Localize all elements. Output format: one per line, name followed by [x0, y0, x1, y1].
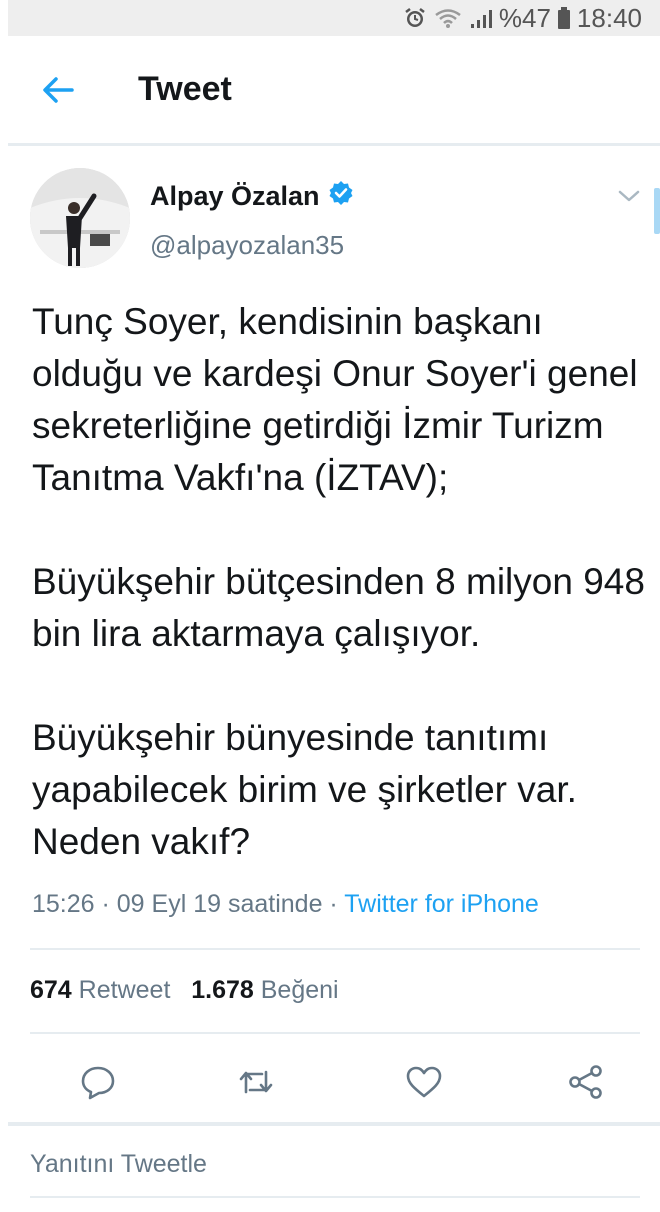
status-bar: %47 18:40 [8, 0, 660, 36]
divider [30, 1032, 640, 1034]
tweet-paragraph: Büyükşehir bünyesinde tanıtımı yapabilec… [32, 717, 577, 862]
retweets-label: Retweet [78, 976, 171, 1004]
clock: 18:40 [576, 2, 642, 33]
divider [30, 948, 640, 950]
retweets-stat[interactable]: 674 Retweet [30, 976, 170, 1004]
heart-icon [406, 1066, 442, 1098]
verified-badge-icon [328, 180, 354, 213]
signal-icon [469, 6, 493, 30]
likes-count: 1.678 [191, 976, 254, 1004]
avatar[interactable] [30, 168, 130, 268]
retweet-icon [239, 1070, 273, 1094]
scroll-indicator [654, 188, 660, 234]
tweet-paragraph: Tunç Soyer, kendisinin başkanı olduğu ve… [32, 301, 638, 498]
reply-placeholder: Yanıtını Tweetle [30, 1150, 207, 1178]
reply-icon [81, 1066, 115, 1100]
author-display-name: Alpay Özalan [150, 181, 320, 211]
author-handle: @alpayozalan35 [150, 230, 345, 260]
section-separator [8, 1122, 660, 1126]
chevron-down-icon [618, 190, 640, 202]
like-button[interactable] [404, 1062, 444, 1102]
back-button[interactable] [38, 70, 78, 110]
page-title: Tweet [138, 70, 232, 108]
tweet-meta: 15:26 · 09 Eyl 19 saatinde · Twitter for… [32, 890, 539, 919]
app-bar: Tweet [8, 36, 660, 146]
tweet-paragraph: Büyükşehir bütçesinden 8 milyon 948 bin … [32, 561, 645, 654]
share-icon [569, 1065, 602, 1099]
arrow-left-icon [43, 77, 74, 103]
tweet-menu-button[interactable] [616, 186, 642, 206]
reply-input[interactable]: Yanıtını Tweetle [30, 1142, 640, 1198]
retweets-count: 674 [30, 976, 72, 1004]
tweet-timestamp: 15:26 · 09 Eyl 19 saatinde · [32, 890, 345, 918]
tweet-actions [30, 1046, 640, 1116]
alarm-icon [403, 6, 427, 30]
retweet-button[interactable] [236, 1062, 276, 1102]
likes-stat[interactable]: 1.678 Beğeni [191, 976, 338, 1004]
reply-button[interactable] [78, 1062, 118, 1102]
tweet-source-link[interactable]: Twitter for iPhone [344, 890, 539, 918]
likes-label: Beğeni [260, 976, 339, 1004]
author-name[interactable]: Alpay Özalan [150, 180, 354, 213]
tweet-text: Tunç Soyer, kendisinin başkanı olduğu ve… [32, 296, 652, 868]
tweet-detail: Alpay Özalan @alpayozalan35 Tunç Soyer, … [8, 146, 660, 1212]
battery-percent: %47 [498, 2, 551, 33]
tweet-stats: 674 Retweet 1.678 Beğeni [30, 976, 339, 1005]
share-button[interactable] [566, 1062, 606, 1102]
battery-icon [557, 6, 571, 30]
wifi-icon [433, 6, 463, 30]
